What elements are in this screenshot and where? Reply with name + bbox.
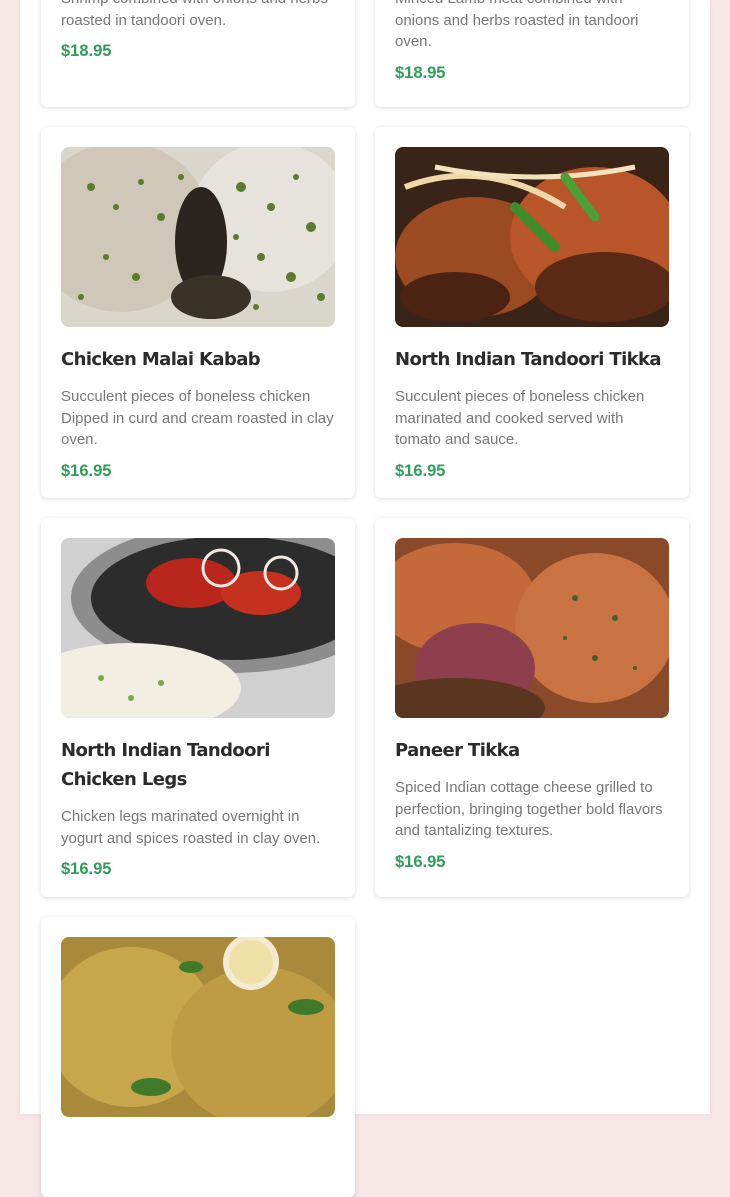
menu-item-price: $16.95 <box>61 461 112 480</box>
menu-item-price: $18.95 <box>395 63 446 82</box>
food-image <box>395 538 669 718</box>
menu-item-price: $16.95 <box>395 852 446 871</box>
menu-item-title: Chicken Malai Kabab <box>61 349 261 370</box>
food-image <box>61 538 335 718</box>
menu-item-price: $16.95 <box>61 860 112 878</box>
menu-item-title: North Indian Tandoori Tikka <box>395 349 662 370</box>
menu-item-price: $16.95 <box>395 461 446 480</box>
menu-item-description: Succulent pieces of boneless chicken mar… <box>395 388 645 448</box>
food-image[interactable] <box>61 937 335 1117</box>
menu-item-price: $18.95 <box>61 42 112 60</box>
menu-item-card[interactable]: North Indian Tandoori Tikka Succulent pi… <box>375 127 689 498</box>
menu-item-card[interactable]: North Indian Tandoori Chicken Legs Chick… <box>41 518 355 897</box>
food-image[interactable] <box>395 147 669 327</box>
menu-item-title: North Indian Tandoori Chicken Legs <box>61 740 270 790</box>
menu-item-description: Spiced Indian cottage cheese grilled to … <box>395 779 663 839</box>
food-image[interactable] <box>395 538 669 718</box>
menu-item-card[interactable]: Minced Lamb meat combined with onions an… <box>375 0 689 107</box>
food-image[interactable] <box>61 147 335 327</box>
menu-item-description: Chicken legs marinated overnight in yogu… <box>61 808 321 847</box>
menu-item-card[interactable] <box>41 917 355 1197</box>
menu-item-card[interactable]: Shrimp combined with onions and herbs ro… <box>41 0 355 107</box>
menu-item-card[interactable]: Chicken Malai Kabab Succulent pieces of … <box>41 127 355 498</box>
food-image <box>395 147 669 327</box>
menu-item-description: Succulent pieces of boneless chicken Dip… <box>61 388 334 448</box>
menu-item-card[interactable]: Paneer Tikka Spiced Indian cottage chees… <box>375 518 689 897</box>
food-image <box>61 147 335 327</box>
menu-item-description: Shrimp combined with onions and herbs ro… <box>61 0 328 29</box>
menu-item-description: Minced Lamb meat combined with onions an… <box>395 0 639 50</box>
menu-item-title: Paneer Tikka <box>395 740 520 761</box>
food-image <box>61 937 335 1117</box>
food-image[interactable] <box>61 538 335 718</box>
